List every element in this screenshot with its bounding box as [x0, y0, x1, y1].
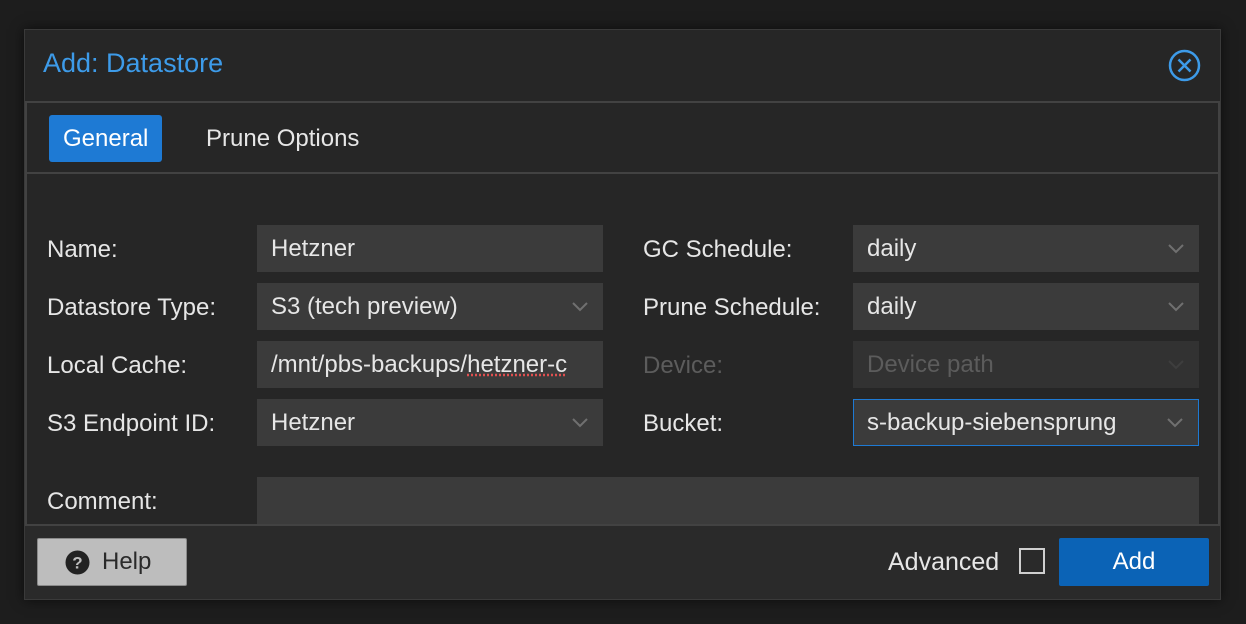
help-label: Help — [102, 548, 152, 575]
local-cache-label: Local Cache: — [47, 352, 188, 379]
s3-endpoint-select[interactable]: Hetzner — [257, 399, 603, 446]
bucket-select[interactable]: s-backup-siebensprung — [853, 399, 1199, 446]
tab-bar: General Prune Options — [27, 103, 1218, 174]
gc-schedule-select[interactable]: daily — [853, 225, 1199, 272]
chevron-down-icon — [1165, 341, 1187, 388]
local-cache-input[interactable]: /mnt/pbs-backups/hetzner-c — [257, 341, 603, 388]
prune-schedule-select[interactable]: daily — [853, 283, 1199, 330]
dialog-header: Add: Datastore — [25, 30, 1220, 102]
name-value: Hetzner — [271, 235, 356, 262]
chevron-down-icon — [1165, 283, 1187, 330]
advanced-label: Advanced — [888, 548, 1000, 576]
name-label: Name: — [47, 236, 118, 263]
device-label: Device: — [643, 352, 724, 379]
bucket-value: s-backup-siebensprung — [867, 409, 1117, 436]
comment-input[interactable] — [257, 477, 1199, 524]
tab-prune-options[interactable]: Prune Options — [192, 115, 373, 162]
dialog-footer: ? Help Advanced Add — [25, 526, 1220, 601]
name-input[interactable]: Hetzner — [257, 225, 603, 272]
local-cache-value: /mnt/pbs-backups/ — [271, 351, 468, 378]
question-circle-icon: ? — [65, 550, 90, 575]
chevron-down-icon — [1164, 400, 1186, 445]
s3-endpoint-value: Hetzner — [271, 409, 356, 436]
dialog-title: Add: Datastore — [43, 48, 224, 78]
datastore-type-value: S3 (tech preview) — [271, 293, 458, 320]
bucket-label: Bucket: — [643, 410, 724, 437]
svg-text:?: ? — [72, 554, 82, 573]
add-button[interactable]: Add — [1059, 538, 1209, 586]
help-button[interactable]: ? Help — [37, 538, 187, 586]
local-cache-value-tail: hetzner-c — [467, 351, 568, 378]
datastore-type-label: Datastore Type: — [47, 294, 216, 321]
close-icon[interactable] — [1168, 49, 1201, 82]
gc-schedule-label: GC Schedule: — [643, 236, 793, 263]
chevron-down-icon — [1165, 225, 1187, 272]
add-datastore-dialog: Add: Datastore General Prune Options Nam… — [24, 29, 1221, 600]
prune-schedule-label: Prune Schedule: — [643, 294, 821, 321]
gc-schedule-value: daily — [867, 235, 917, 262]
dialog-body: General Prune Options Name: Hetzner Data… — [25, 101, 1220, 526]
chevron-down-icon — [569, 399, 591, 446]
comment-label: Comment: — [47, 488, 158, 515]
prune-schedule-value: daily — [867, 293, 917, 320]
datastore-type-select[interactable]: S3 (tech preview) — [257, 283, 603, 330]
tab-general[interactable]: General — [49, 115, 163, 162]
device-placeholder: Device path — [867, 351, 994, 378]
device-select: Device path — [853, 341, 1199, 388]
advanced-checkbox[interactable] — [1019, 548, 1045, 574]
chevron-down-icon — [569, 283, 591, 330]
s3-endpoint-label: S3 Endpoint ID: — [47, 410, 216, 437]
